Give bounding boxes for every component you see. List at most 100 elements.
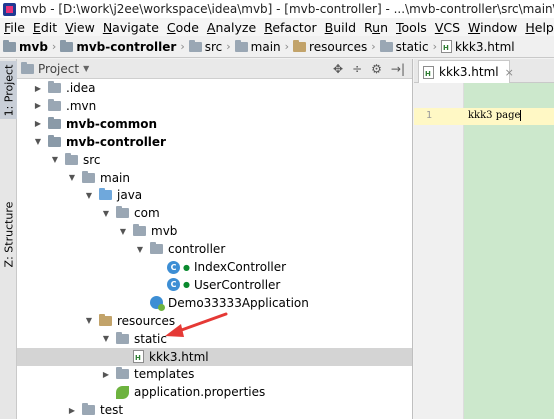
folder-icon bbox=[116, 367, 129, 380]
menu-file[interactable]: File bbox=[0, 20, 29, 35]
project-tool-tab-label: 1: Project bbox=[2, 64, 15, 116]
html-file-icon bbox=[423, 65, 434, 79]
breadcrumb-separator-icon: › bbox=[226, 40, 231, 53]
tree-node-label: mvb bbox=[151, 224, 178, 239]
menu-vcs[interactable]: VCS bbox=[431, 20, 464, 35]
breadcrumb-label: main bbox=[250, 39, 281, 54]
editor-tab-bar: kkk3.html × bbox=[414, 59, 554, 83]
breadcrumb-label: kkk3.html bbox=[454, 39, 515, 54]
breadcrumb-label: static bbox=[395, 39, 429, 54]
menu-navigate[interactable]: Navigate bbox=[99, 20, 163, 35]
expanded-arrow-icon[interactable]: ▼ bbox=[50, 155, 60, 164]
package-icon bbox=[150, 242, 163, 255]
breadcrumb-item[interactable]: mvb-controller › bbox=[60, 39, 188, 54]
tree-node-label: .mvn bbox=[66, 98, 97, 113]
menu-analyze[interactable]: Analyze bbox=[203, 20, 260, 35]
left-tool-strip: 1: Project Z: Structure bbox=[0, 59, 17, 419]
project-panel-header: Project ▼ ✥ ÷ ⚙ →| bbox=[17, 59, 412, 79]
collapsed-arrow-icon[interactable]: ▶ bbox=[101, 370, 111, 379]
expanded-arrow-icon[interactable]: ▼ bbox=[67, 173, 77, 182]
menu-tools[interactable]: Tools bbox=[392, 20, 431, 35]
collapsed-arrow-icon[interactable]: ▶ bbox=[67, 406, 77, 415]
menu-window[interactable]: Window bbox=[464, 20, 521, 35]
breadcrumb-item[interactable]: main › bbox=[234, 39, 293, 54]
tree-node[interactable]: ▼ com bbox=[17, 204, 412, 222]
menu-view[interactable]: View bbox=[61, 20, 99, 35]
expanded-arrow-icon[interactable]: ▼ bbox=[84, 191, 94, 200]
breadcrumb-item[interactable]: kkk3.html bbox=[440, 39, 515, 54]
breadcrumb-separator-icon: › bbox=[371, 40, 376, 53]
resources-folder-icon bbox=[99, 313, 112, 326]
tree-node[interactable]: Demo33333Application bbox=[17, 294, 412, 312]
breadcrumb-item[interactable]: mvb › bbox=[3, 39, 60, 54]
collapsed-arrow-icon[interactable]: ▶ bbox=[33, 84, 43, 93]
expanded-arrow-icon[interactable]: ▼ bbox=[135, 245, 145, 254]
folder-icon bbox=[116, 331, 129, 344]
menu-bar: File Edit View Navigate Code Analyze Refactor B… bbox=[0, 18, 554, 36]
hide-panel-icon[interactable]: →| bbox=[391, 62, 405, 76]
menu-edit[interactable]: Edit bbox=[29, 20, 61, 35]
tree-node-label: IndexController bbox=[193, 260, 287, 274]
folder-icon bbox=[234, 39, 248, 52]
breadcrumb-item[interactable]: resources › bbox=[293, 39, 380, 54]
tree-node-label: templates bbox=[134, 367, 195, 382]
tree-node[interactable]: kkk3.html bbox=[17, 347, 412, 366]
folder-icon bbox=[3, 39, 16, 52]
tree-node-label: Demo33333Application bbox=[168, 295, 309, 310]
tree-node[interactable]: ▼ controller bbox=[17, 240, 412, 258]
settings-gear-icon[interactable]: ⚙ bbox=[371, 62, 382, 76]
editor-tab-kkk3[interactable]: kkk3.html × bbox=[418, 60, 514, 83]
tree-node[interactable]: ▶ mvb-common bbox=[17, 115, 412, 133]
close-tab-icon[interactable]: × bbox=[505, 66, 514, 79]
tree-node-label: src bbox=[83, 152, 101, 167]
tree-node[interactable]: ▼ src bbox=[17, 151, 412, 169]
collapse-all-icon[interactable]: ÷ bbox=[352, 62, 362, 76]
scroll-from-source-icon[interactable]: ✥ bbox=[333, 62, 343, 76]
folder-icon bbox=[82, 170, 95, 183]
project-panel-title[interactable]: Project bbox=[38, 62, 79, 76]
code-line[interactable]: kkk3 page bbox=[468, 110, 522, 121]
menu-refactor[interactable]: Refactor bbox=[260, 20, 320, 35]
spring-properties-icon bbox=[116, 385, 129, 399]
package-icon bbox=[133, 224, 146, 237]
public-access-icon: ● bbox=[183, 280, 190, 290]
expanded-arrow-icon[interactable]: ▼ bbox=[84, 316, 94, 325]
menu-help[interactable]: Help bbox=[521, 20, 554, 35]
expanded-arrow-icon[interactable]: ▼ bbox=[33, 137, 43, 146]
tree-node[interactable]: ▼ main bbox=[17, 169, 412, 187]
breadcrumb-separator-icon: › bbox=[432, 40, 437, 53]
breadcrumb-item[interactable]: static › bbox=[379, 39, 441, 54]
structure-tool-tab[interactable]: Z: Structure bbox=[0, 189, 17, 279]
tree-node[interactable]: ▶ .idea bbox=[17, 79, 412, 97]
title-bar: mvb - [D:\work\j2ee\workspace\idea\mvb] … bbox=[0, 0, 554, 18]
tree-node[interactable]: ▼ mvb-controller bbox=[17, 133, 412, 151]
tree-node[interactable]: ▼ resources bbox=[17, 312, 412, 330]
expanded-arrow-icon[interactable]: ▼ bbox=[101, 334, 111, 343]
tree-node[interactable]: ▼ java bbox=[17, 186, 412, 204]
tree-node[interactable]: ▶ .mvn bbox=[17, 97, 412, 115]
tree-node[interactable]: application.properties bbox=[17, 383, 412, 401]
tree-node-label: controller bbox=[168, 242, 226, 257]
menu-code[interactable]: Code bbox=[163, 20, 203, 35]
text-caret bbox=[520, 110, 522, 121]
collapsed-arrow-icon[interactable]: ▶ bbox=[33, 101, 43, 110]
menu-run[interactable]: Run bbox=[360, 20, 392, 35]
structure-tool-tab-label: Z: Structure bbox=[2, 201, 16, 267]
collapsed-arrow-icon[interactable]: ▶ bbox=[33, 119, 43, 128]
breadcrumb-item[interactable]: src › bbox=[188, 39, 235, 54]
tree-node[interactable]: ▶ templates bbox=[17, 365, 412, 383]
html-file-icon bbox=[440, 40, 452, 53]
menu-build[interactable]: Build bbox=[321, 20, 360, 35]
expanded-arrow-icon[interactable]: ▼ bbox=[101, 209, 111, 218]
project-dropdown-icon[interactable]: ▼ bbox=[83, 64, 89, 73]
tree-node[interactable]: C ● UserController bbox=[17, 276, 412, 294]
code-area[interactable] bbox=[464, 83, 554, 419]
tree-node[interactable]: C ● IndexController bbox=[17, 258, 412, 276]
tree-node[interactable]: ▶ test bbox=[17, 401, 412, 419]
package-icon bbox=[116, 206, 129, 219]
tree-node[interactable]: ▼ static bbox=[17, 330, 412, 348]
folder-icon bbox=[188, 39, 202, 52]
project-tool-tab[interactable]: 1: Project bbox=[0, 61, 17, 119]
expanded-arrow-icon[interactable]: ▼ bbox=[118, 227, 128, 236]
tree-node[interactable]: ▼ mvb bbox=[17, 222, 412, 240]
